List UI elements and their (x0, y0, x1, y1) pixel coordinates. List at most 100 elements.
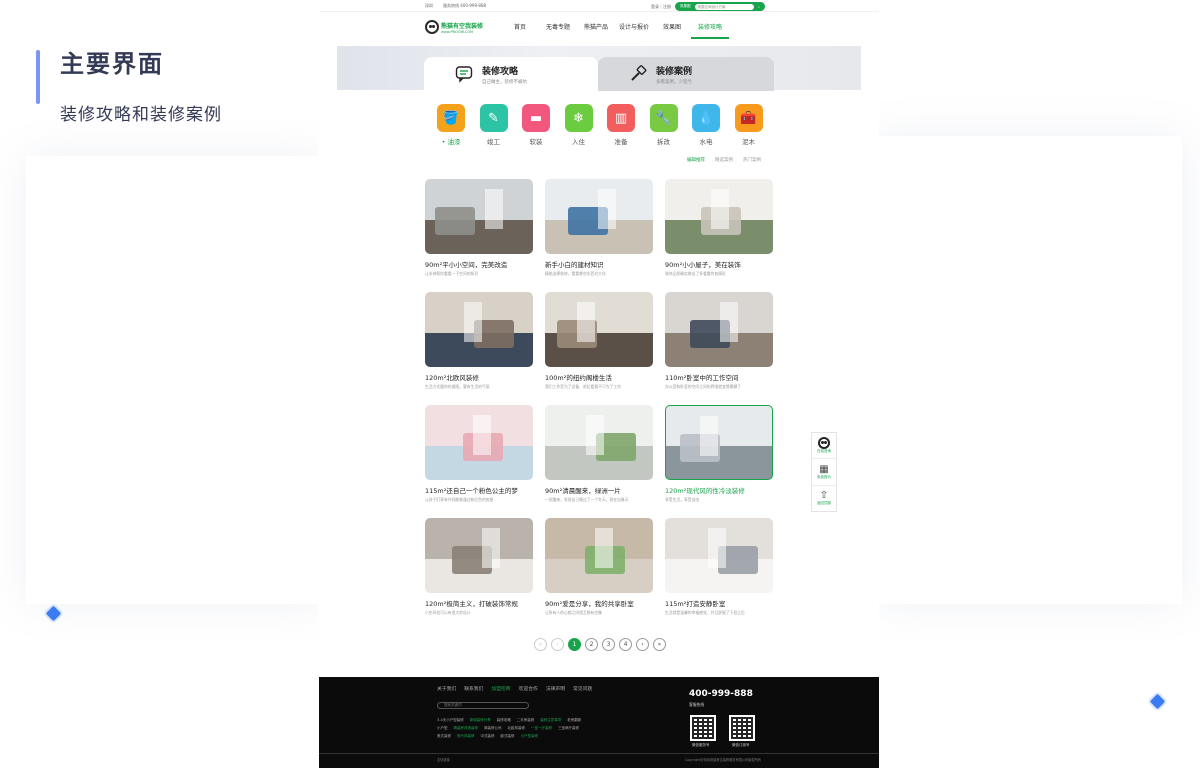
article-title[interactable]: 120m²北欧风装修 (425, 372, 533, 382)
paint-brush-icon (628, 64, 648, 84)
background-panel-left (26, 156, 326, 604)
filter-featured-cases[interactable]: 精选案例 (715, 157, 733, 163)
article-title[interactable]: 90m²平小小空间，完美改造 (425, 259, 533, 269)
article-card[interactable]: 115m²打造安静卧室 生活就是温馨的幸福感觉，并且舒服了下班之后 (665, 518, 773, 618)
top-search-box[interactable]: 效果图 熊猫空间设计方案 ⌕ (675, 2, 765, 11)
page-4-button[interactable]: 4 (619, 638, 632, 651)
free-quote-button[interactable]: ▦ 免费报价 (812, 459, 836, 486)
footer-link[interactable]: 联系我们 (464, 685, 483, 692)
footer-link[interactable]: 欢迎合作 (519, 685, 538, 692)
filter-editor-picks[interactable]: 编辑推荐 (687, 157, 705, 163)
footer-keyword-link[interactable]: 老房翻新 (567, 718, 581, 722)
tab-guides[interactable]: 装修攻略 自己做主，装修不被坑 (424, 57, 598, 91)
page-3-button[interactable]: 3 (602, 638, 615, 651)
article-card[interactable]: 100m²的纽约阁楼生活 我们工作室为了设备、前后看看不只为了工作 (545, 292, 653, 392)
footer-search-input[interactable]: 搜索关键词 (437, 702, 529, 709)
search-icon[interactable]: ⌕ (758, 5, 760, 9)
footer-keyword-link[interactable]: 三室两厅装修 (558, 726, 579, 730)
article-desc: 精挑选择装修，看看哪些东西对大伴 (545, 271, 606, 276)
article-title[interactable]: 115m²打造安静卧室 (665, 598, 773, 608)
tab-cases[interactable]: 装修案例 多看案例，少犯亏 (598, 57, 774, 91)
footer-keyword-link[interactable]: 中式装修 (481, 734, 495, 738)
category-2[interactable]: ▬ 软装 (522, 104, 550, 146)
first-page-button[interactable]: « (534, 638, 547, 651)
article-card[interactable]: 120m²极简主义，打破装饰常规 小空间也可以有很大的设计 (425, 518, 533, 618)
toolbox-icon: 🧰 (734, 104, 763, 132)
article-card[interactable]: 120m²现代风的性冷淡装修 享受生活，享受自由 (665, 405, 773, 505)
footer-keyword-link[interactable]: 一室一厅装修 (531, 726, 552, 730)
prev-page-button[interactable]: ‹ (551, 638, 564, 651)
article-title[interactable]: 100m²的纽约阁楼生活 (545, 372, 653, 382)
category-label: 准备 (614, 138, 628, 146)
article-card[interactable]: 90m²平小小空间，完美改造 让米神帮你看看一下空间的知识 (425, 179, 533, 279)
page-2-button[interactable]: 2 (585, 638, 598, 651)
site-logo[interactable]: 熊猫有空我装修 www.PNOOW.COM (425, 20, 483, 34)
footer-keyword-link[interactable]: 欧式装修 (501, 734, 515, 738)
page-1-button[interactable]: 1 (568, 638, 581, 651)
footer-keyword-link[interactable]: 美式装修 (437, 734, 451, 738)
website-screenshot: 深圳 服务热线 400-999-888 登录｜注册 效果图 熊猫空间设计方案 ⌕… (319, 0, 879, 768)
last-page-button[interactable]: » (653, 638, 666, 651)
nav-products[interactable]: 熊猫产品 (577, 22, 615, 39)
article-card[interactable]: 110m²卧室中的工作空间 办公室和卧室的空间之间的界限就变得模糊了 (665, 292, 773, 392)
article-image (425, 179, 533, 254)
filter-popular-cases[interactable]: 热门案例 (743, 157, 761, 163)
footer-keyword-link[interactable]: 3-4天小户型装修 (437, 718, 464, 722)
article-title[interactable]: 90m²小小屋子，美在装饰 (665, 259, 773, 269)
article-title[interactable]: 90m²爱是分享，我的共享卧室 (545, 598, 653, 608)
sofa-icon: ▬ (522, 104, 550, 132)
footer-keyword-link[interactable]: 小户型装修 (521, 734, 539, 738)
nav-design-quote[interactable]: 设计与报价 (615, 22, 653, 39)
login-link[interactable]: 登录｜注册 (651, 4, 671, 10)
footer-keyword-row: 小户型 精装房改造装修 简装修公司 北欧风装修 一室一厅装修 三室两厅装修 (437, 724, 637, 732)
presentation-title: 主要界面 (60, 50, 164, 78)
footer-keyword-link[interactable]: 北欧风装修 (508, 726, 526, 730)
nav-nontoxic[interactable]: 无毒专题 (539, 22, 577, 39)
footer-keyword-link[interactable]: 装修攻略 (497, 718, 511, 722)
article-title[interactable]: 110m²卧室中的工作空间 (665, 372, 773, 382)
online-consult-button[interactable]: 在线咨询 (812, 433, 836, 460)
footer-link[interactable]: 常见问题 (573, 685, 592, 692)
article-title[interactable]: 90m²清晨醒来，绿洲一片 (545, 485, 653, 495)
footer-link[interactable]: 法律声明 (546, 685, 565, 692)
back-to-top-button[interactable]: ⇧ 返回顶部 (812, 486, 836, 511)
nav-guides[interactable]: 装修攻略 (691, 22, 729, 39)
footer-link[interactable]: 关于我们 (437, 685, 456, 692)
nav-home[interactable]: 首页 (501, 22, 539, 39)
article-title[interactable]: 115m²还自己一个粉色公主的梦 (425, 485, 533, 495)
footer-links: 关于我们 联系我们 加盟招商 欢迎合作 法律声明 常见问题 (437, 685, 592, 692)
article-card[interactable]: 新手小白的建材知识精挑选择装修，看看哪些东西对大伴 (545, 179, 653, 279)
footer-keyword-link[interactable]: 精装房改造装修 (454, 726, 479, 730)
category-1[interactable]: ✎ 竣工 (479, 104, 508, 146)
article-card[interactable]: 90m²清晨醒来，绿洲一片 一觉醒来，发现自己睡过了一个冬天，现在自春天 (545, 405, 653, 505)
article-image (425, 405, 533, 480)
category-4[interactable]: ▥ 准备 (607, 104, 635, 146)
footer-link[interactable]: 加盟招商 (491, 685, 510, 692)
article-card[interactable]: 90m²小小屋子，美在装饰 装饰品质确实做出了多看看的各情形 (665, 179, 773, 279)
category-0[interactable]: 🪣 • 油漆 (437, 104, 465, 146)
article-title[interactable]: 新手小白的建材知识 (545, 259, 653, 269)
article-title[interactable]: 120m²极简主义，打破装饰常规 (425, 598, 533, 608)
category-7[interactable]: 🧰 泥木 (734, 104, 763, 146)
article-card[interactable]: 90m²爱是分享，我的共享卧室 让所有人的心都之间相互都有交集 (545, 518, 653, 618)
article-title[interactable]: 120m²现代风的性冷淡装修 (665, 485, 773, 495)
copyright-text: Copyright@深圳熊猫有空装修服务有限公司版权所有 (684, 758, 761, 762)
footer-keyword-link[interactable]: 小户型 (437, 726, 448, 730)
footer-keyword-link[interactable]: 二手房装修 (517, 718, 535, 722)
category-6[interactable]: 💧 水电 (692, 104, 720, 146)
search-category[interactable]: 效果图 (680, 4, 691, 9)
footer-keyword-link[interactable]: 现代风装修 (457, 734, 475, 738)
location-selector[interactable]: 深圳 (425, 3, 433, 9)
article-card[interactable]: 115m²还自己一个粉色公主的梦 让孩子们享有共同能够通过粉红色的房屋 (425, 405, 533, 505)
search-input[interactable]: 熊猫空间设计方案 (694, 3, 755, 10)
next-page-button[interactable]: › (636, 638, 649, 651)
footer-keyword-link[interactable]: 装修注意事项 (540, 718, 561, 722)
footer-keyword-link[interactable]: 新城装修分享 (470, 718, 491, 722)
category-3[interactable]: ❄ 入住 (564, 104, 593, 146)
category-5[interactable]: 🔧 拆改 (649, 104, 678, 146)
hotline-text: 服务热线 400-999-888 (443, 2, 487, 8)
footer-phone-label: 客服热线 (689, 702, 705, 707)
footer-keyword-link[interactable]: 简装修公司 (484, 726, 502, 730)
article-card[interactable]: 120m²北欧风装修 生活方式跟你的意图，要有生活的气氛 (425, 292, 533, 392)
nav-renderings[interactable]: 效果图 (653, 22, 691, 39)
